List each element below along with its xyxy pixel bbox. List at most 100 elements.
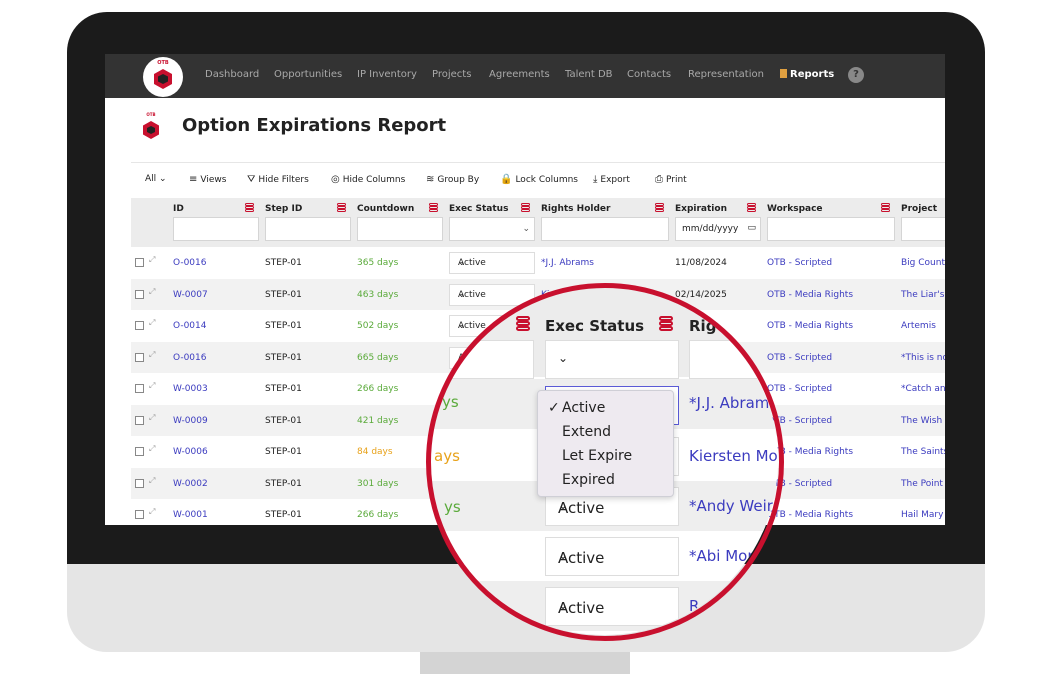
row-project[interactable]: Artemis [901,321,936,331]
column-menu-icon[interactable] [747,203,756,213]
expand-icon[interactable]: ⤢ [149,255,155,265]
row-project[interactable]: Hail Mary [901,510,943,520]
col-exec-status[interactable]: Exec Status [449,204,508,214]
calendar-icon[interactable]: ▭ [747,223,756,233]
nav-projects[interactable]: Projects [432,69,471,80]
col-workspace[interactable]: Workspace [767,204,823,214]
workspace-filter-input[interactable] [767,217,895,241]
magnified-countdown-filter[interactable] [430,340,534,379]
id-filter-input[interactable] [173,217,259,241]
row-workspace[interactable]: OTB - Media Rights [767,447,853,457]
row-id-link[interactable]: O-0016 [173,353,207,363]
row-workspace[interactable]: OTB - Media Rights [767,290,853,300]
column-menu-icon[interactable] [881,203,890,213]
row-project[interactable]: Big Count [901,258,945,268]
row-checkbox[interactable] [135,447,144,456]
expand-icon[interactable]: ⤢ [149,318,155,328]
nav-reports[interactable]: Reports [780,69,834,80]
row-id-link[interactable]: W-0003 [173,384,208,394]
exec-status-filter-select[interactable]: ⌄ [449,217,535,241]
col-countdown[interactable]: Countdown [357,204,414,214]
row-checkbox[interactable] [135,510,144,519]
expiration-filter-input[interactable]: mm/dd/yyyy ▭ [675,217,761,241]
magnified-date-fragment: 25 [717,313,730,324]
row-workspace[interactable]: OTB - Scripted [767,258,832,268]
nav-representation[interactable]: Representation [688,69,764,80]
magnified-holder[interactable]: *J.J. Abram [689,394,769,412]
magnified-holder-filter[interactable] [689,340,778,379]
nav-talent-db[interactable]: Talent DB [565,69,613,80]
magnified-status-filter[interactable]: ⌄ [545,340,679,379]
magnified-holder[interactable]: *Abi Mor [689,547,754,565]
row-checkbox[interactable] [135,258,144,267]
magnified-status-select[interactable]: Active ⌄ [545,587,679,626]
hide-filters-button[interactable]: ⛛ Hide Filters [247,174,309,185]
column-menu-icon[interactable] [659,316,673,332]
col-project[interactable]: Project [901,204,937,214]
row-checkbox[interactable] [135,415,144,425]
expand-icon[interactable]: ⤢ [149,287,155,297]
nav-opportunities[interactable]: Opportunities [274,69,342,80]
col-id[interactable]: ID [173,204,184,214]
row-project[interactable]: The Liar's [901,290,945,300]
col-expiration[interactable]: Expiration [675,204,727,214]
row-exec-status-select[interactable]: Active⌄ [449,252,535,274]
nav-agreements[interactable]: Agreements [489,69,550,80]
row-project[interactable]: The Saints [901,447,945,457]
column-menu-icon[interactable] [245,203,254,213]
magnified-status-select[interactable]: Active ⌄ [545,537,679,576]
column-menu-icon[interactable] [337,203,346,213]
magnified-holder[interactable]: *Andy Weir [689,497,773,515]
column-menu-icon[interactable] [516,316,530,332]
row-project[interactable]: The Wish [901,416,942,426]
expand-icon[interactable]: ⤢ [149,444,155,454]
print-button[interactable]: ⎙ Print [655,174,687,185]
row-project[interactable]: *Catch an [901,384,945,394]
row-id-link[interactable]: W-0009 [173,416,208,426]
row-checkbox[interactable] [135,478,144,488]
nav-dashboard[interactable]: Dashboard [205,69,259,80]
magnified-holder[interactable]: Kiersten Mod [689,447,778,465]
expand-icon[interactable]: ⤢ [149,350,155,360]
row-id-link[interactable]: W-0006 [173,447,208,457]
row-workspace[interactable]: OTB - Media Rights [767,321,853,331]
nav-ip-inventory[interactable]: IP Inventory [357,69,417,80]
hide-columns-button[interactable]: ◎ Hide Columns [331,174,405,185]
row-id-link[interactable]: W-0001 [173,510,208,520]
group-by-button[interactable]: ≋ Group By [426,174,479,185]
column-menu-icon[interactable] [521,203,530,213]
magnified-holder[interactable]: R [689,597,699,615]
row-rights-holder[interactable]: *J.J. Abrams [541,258,594,268]
row-checkbox[interactable] [135,289,144,299]
nav-contacts[interactable]: Contacts [627,69,671,80]
row-id-link[interactable]: W-0002 [173,479,208,489]
column-menu-icon[interactable] [429,203,438,213]
otb-logo[interactable]: OTB [143,57,183,97]
views-button[interactable]: ≡ Views [189,174,226,185]
step-id-filter-input[interactable] [265,217,351,241]
row-checkbox[interactable] [135,384,144,393]
lock-columns-button[interactable]: 🔒 Lock Columns [500,174,578,185]
project-filter-input[interactable] [901,217,945,241]
expand-icon[interactable]: ⤢ [149,413,155,423]
row-checkbox[interactable] [135,321,144,330]
row-project[interactable]: The Point [901,479,943,489]
expand-icon[interactable]: ⤢ [149,507,155,517]
row-checkbox[interactable] [135,352,144,362]
row-id-link[interactable]: O-0016 [173,258,207,268]
rights-holder-filter-input[interactable] [541,217,669,241]
chevron-down-icon: ⌄ [159,174,167,184]
column-menu-icon[interactable] [655,203,664,213]
expand-icon[interactable]: ⤢ [149,381,155,391]
countdown-filter-input[interactable] [357,217,443,241]
help-icon[interactable]: ? [848,67,864,83]
expand-icon[interactable]: ⤢ [149,476,155,486]
row-project[interactable]: *This is no [901,353,945,363]
export-button[interactable]: ⤓ Export [593,174,630,185]
row-id-link[interactable]: O-0014 [173,321,207,331]
all-dropdown[interactable]: All ⌄ [145,174,167,184]
col-rights-holder[interactable]: Rights Holder [541,204,610,214]
row-id-link[interactable]: W-0007 [173,290,208,300]
col-step-id[interactable]: Step ID [265,204,302,214]
row-workspace[interactable]: OTB - Media Rights [767,510,853,520]
